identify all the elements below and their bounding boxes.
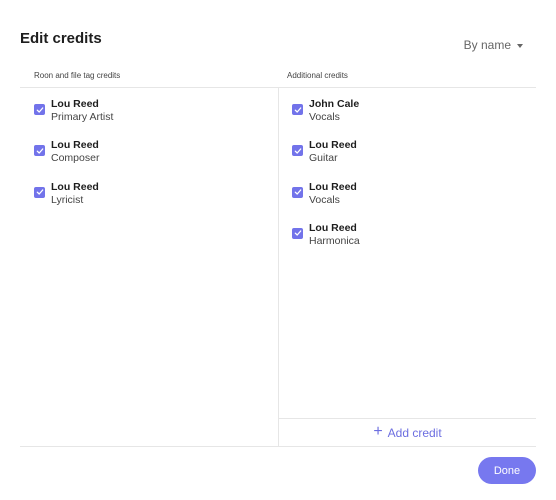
- caret-down-icon: [517, 43, 523, 48]
- checkbox[interactable]: [292, 186, 303, 198]
- checkbox[interactable]: [292, 104, 303, 115]
- add-credit-button[interactable]: + Add credit: [279, 418, 536, 447]
- credit-role: Guitar: [309, 152, 338, 165]
- credit-item[interactable]: Lou Reed Lyricist: [34, 181, 113, 222]
- credits-panel: Lou Reed Primary Artist Lou Reed Compose…: [20, 87, 536, 447]
- credit-name: Lou Reed: [51, 180, 99, 193]
- credit-item[interactable]: Lou Reed Vocals: [292, 181, 360, 222]
- credit-role: Lyricist: [51, 193, 84, 206]
- checkbox[interactable]: [34, 145, 45, 157]
- checkbox[interactable]: [292, 227, 303, 239]
- check-icon: [294, 106, 301, 113]
- credit-name: John Cale: [309, 98, 360, 110]
- credit-name: Lou Reed: [309, 139, 357, 152]
- column-header-right: Additional credits: [287, 71, 348, 80]
- credit-item[interactable]: John Cale Vocals: [292, 98, 360, 139]
- credit-item[interactable]: Lou Reed Primary Artist: [34, 98, 113, 139]
- credit-name: Lou Reed: [51, 98, 99, 110]
- credit-item[interactable]: Lou Reed Harmonica: [292, 222, 360, 263]
- done-button[interactable]: Done: [478, 457, 536, 484]
- column-header-left: Roon and file tag credits: [34, 71, 121, 80]
- check-icon: [294, 189, 301, 195]
- add-credit-label: Add credit: [387, 426, 442, 440]
- credit-role: Primary Artist: [51, 111, 114, 123]
- additional-credits-list: John Cale Vocals Lou Reed Guitar Lou Ree…: [292, 98, 360, 263]
- credit-name: Lou Reed: [309, 221, 357, 234]
- check-icon: [294, 148, 301, 154]
- dialog-title: Edit credits: [20, 30, 102, 47]
- credit-name: Lou Reed: [51, 139, 99, 152]
- checkbox[interactable]: [292, 145, 303, 157]
- checkbox[interactable]: [34, 186, 45, 198]
- checkbox[interactable]: [34, 104, 45, 115]
- credit-item[interactable]: Lou Reed Guitar: [292, 139, 360, 180]
- credit-role: Composer: [51, 152, 100, 165]
- check-icon: [36, 106, 43, 113]
- check-icon: [36, 189, 43, 195]
- plus-icon: +: [373, 423, 383, 440]
- credit-item[interactable]: Lou Reed Composer: [34, 139, 113, 180]
- credit-role: Vocals: [309, 193, 340, 206]
- credit-role: Harmonica: [309, 234, 360, 247]
- roon-credits-list: Lou Reed Primary Artist Lou Reed Compose…: [34, 98, 113, 222]
- column-divider: [278, 88, 279, 446]
- credit-role: Vocals: [309, 111, 340, 123]
- sort-dropdown[interactable]: By name: [464, 38, 523, 52]
- check-icon: [36, 148, 43, 154]
- check-icon: [294, 230, 301, 237]
- credit-name: Lou Reed: [309, 180, 357, 193]
- sort-selected-label: By name: [463, 38, 511, 52]
